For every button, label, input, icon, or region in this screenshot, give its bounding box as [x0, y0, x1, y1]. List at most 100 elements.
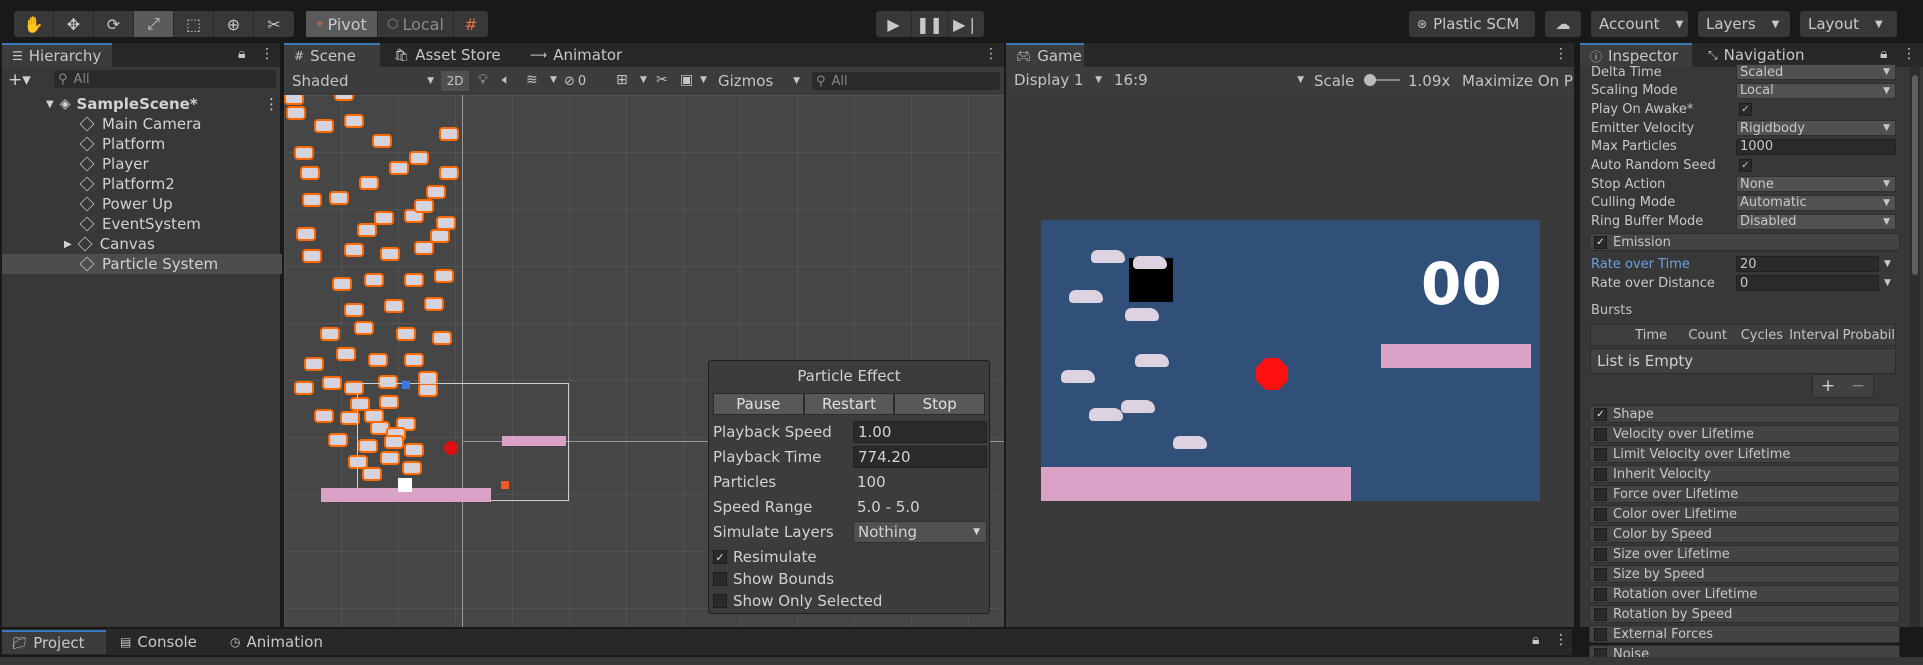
grid-icon[interactable]: ⊞ — [616, 72, 628, 88]
cloud-icon[interactable]: ☁ — [1545, 11, 1581, 37]
add-object-button[interactable]: +▾ — [8, 70, 32, 90]
2d-toggle[interactable]: 2D — [441, 71, 469, 91]
module-row[interactable]: Size over Lifetime — [1589, 545, 1900, 563]
menu-kebab-icon[interactable]: ⋮ — [260, 46, 274, 62]
hierarchy-item[interactable]: Player — [2, 154, 282, 174]
module-row[interactable]: Color over Lifetime — [1589, 505, 1900, 523]
module-row[interactable]: Inherit Velocity — [1589, 465, 1900, 483]
module-row[interactable]: External Forces — [1589, 625, 1900, 643]
minus-icon[interactable]: − — [1851, 376, 1865, 396]
custom-tool-icon[interactable]: ✂ — [254, 11, 294, 37]
chevron-down-icon[interactable]: ▼ — [640, 75, 647, 85]
menu-kebab-icon[interactable]: ⋮ — [984, 46, 998, 62]
hierarchy-item[interactable]: Main Camera — [2, 114, 282, 134]
tab-project[interactable]: 📁︎ Project — [2, 630, 106, 654]
inspector-property-value[interactable]: Scaled ▼ — [1736, 64, 1896, 80]
audio-icon[interactable]: 🔈︎ — [502, 72, 510, 88]
playback-speed-field[interactable]: 1.00 — [853, 421, 987, 443]
show-only-selected-checkbox[interactable] — [713, 594, 727, 608]
menu-kebab-icon[interactable]: ⋮ — [1554, 46, 1568, 62]
local-button[interactable]: ⬡ Local — [378, 11, 454, 37]
gizmos-dropdown[interactable]: Gizmos ▼ — [714, 71, 804, 91]
account-dropdown[interactable]: Account ▼ — [1591, 11, 1688, 37]
show-bounds-checkbox[interactable] — [713, 572, 727, 586]
module-row[interactable]: Velocity over Lifetime — [1589, 425, 1900, 443]
inspector-property-value[interactable]: ✓ — [1736, 158, 1896, 174]
move-tool-icon[interactable]: ✥ — [54, 11, 94, 37]
effects-icon[interactable]: ≋ — [526, 72, 538, 88]
tab-animator[interactable]: ⟶ Animator — [520, 43, 632, 67]
show-only-selected-row[interactable]: Show Only Selected — [713, 590, 987, 612]
module-row[interactable]: Color by Speed — [1589, 525, 1900, 543]
scene-row[interactable]: ▼ ◈ SampleScene* ⋮ — [2, 94, 282, 114]
hierarchy-item[interactable]: EventSystem — [2, 214, 282, 234]
module-row[interactable]: ✓ Shape — [1589, 405, 1900, 423]
pause-icon[interactable]: ❚❚ — [912, 11, 948, 37]
chevron-down-icon[interactable]: ▼ — [550, 75, 557, 85]
hierarchy-item[interactable]: Power Up — [2, 194, 282, 214]
transform-tool-icon[interactable]: ⊕ — [214, 11, 254, 37]
tab-game[interactable]: 🎮︎ Game — [1006, 43, 1084, 67]
rotate-tool-icon[interactable]: ⟳ — [94, 11, 134, 37]
inspector-scrollbar-thumb[interactable] — [1912, 75, 1918, 275]
plastic-scm-button[interactable]: ⊛ Plastic SCM — [1409, 11, 1535, 37]
step-icon[interactable]: ▶❘ — [948, 11, 984, 37]
tab-asset-store[interactable]: 🛍︎ Asset Store — [384, 43, 511, 67]
scale-slider-knob[interactable] — [1364, 74, 1376, 86]
module-checkbox[interactable] — [1594, 427, 1607, 441]
maximize-on-play-toggle[interactable]: Maximize On Pl — [1462, 72, 1574, 90]
lock-icon[interactable]: 🔒︎ — [1880, 46, 1887, 62]
scene-kebab-icon[interactable]: ⋮ — [264, 95, 279, 113]
scale-tool-icon[interactable]: ⤢ — [134, 11, 174, 37]
hierarchy-search-input[interactable]: ⚲ All — [54, 70, 276, 88]
camera-icon[interactable]: ▣ — [680, 72, 693, 88]
tab-animation[interactable]: ◷ Animation — [220, 630, 333, 654]
tab-hierarchy[interactable]: ☰ Hierarchy — [2, 43, 112, 67]
module-checkbox[interactable] — [1594, 527, 1607, 541]
scene-search-input[interactable]: ⚲ All — [812, 72, 1000, 90]
emission-checkbox[interactable]: ✓ — [1594, 235, 1607, 249]
resimulate-checkbox[interactable]: ✓ — [713, 550, 727, 564]
inspector-property-value[interactable]: 1000 — [1736, 138, 1896, 155]
hierarchy-item[interactable]: Platform2 — [2, 174, 282, 194]
rate-over-time-field[interactable]: 20 — [1736, 256, 1879, 272]
inspector-property-value[interactable]: Local ▼ — [1736, 82, 1896, 99]
restart-button[interactable]: Restart — [803, 393, 895, 415]
play-icon[interactable]: ▶ — [876, 11, 912, 37]
layout-dropdown[interactable]: Layout ▼ — [1800, 11, 1897, 37]
lock-icon[interactable]: 🔒︎ — [238, 46, 245, 62]
scale-slider[interactable] — [1364, 74, 1400, 86]
tab-scene[interactable]: # Scene — [284, 43, 380, 67]
inspector-property-value[interactable]: ✓ — [1736, 101, 1896, 117]
chevron-down-icon[interactable]: ▼ — [700, 75, 707, 85]
module-row[interactable]: Rotation by Speed — [1589, 605, 1900, 623]
expand-arrow-icon[interactable]: ▶ — [64, 239, 72, 250]
layers-dropdown[interactable]: Layers ▼ — [1698, 11, 1790, 37]
selection-handle[interactable] — [398, 478, 412, 492]
plus-icon[interactable]: + — [1821, 376, 1835, 396]
simulate-layers-dropdown[interactable]: Nothing ▼ — [853, 521, 987, 543]
aspect-dropdown[interactable]: 16:9 ▼ — [1110, 70, 1308, 90]
inspector-property-value[interactable]: Disabled ▼ — [1736, 213, 1896, 230]
module-checkbox[interactable] — [1594, 587, 1607, 601]
tab-console[interactable]: ▤ Console — [110, 630, 207, 654]
module-row[interactable]: Force over Lifetime — [1589, 485, 1900, 503]
inspector-property-value[interactable]: Automatic ▼ — [1736, 194, 1896, 211]
hand-tool-icon[interactable]: ✋ — [14, 11, 54, 37]
module-row[interactable]: Rotation over Lifetime — [1589, 585, 1900, 603]
module-checkbox[interactable] — [1594, 467, 1607, 481]
module-checkbox[interactable] — [1594, 487, 1607, 501]
menu-kebab-icon[interactable]: ⋮ — [1554, 632, 1568, 648]
scale-handle[interactable] — [501, 481, 509, 489]
module-checkbox[interactable] — [1594, 627, 1607, 641]
hierarchy-item[interactable]: ▶ Canvas — [2, 234, 282, 254]
tools-icon[interactable]: ✂ — [656, 72, 668, 88]
stop-button[interactable]: Stop — [894, 393, 986, 415]
hidden-objects-toggle[interactable]: ⊘ 0 — [564, 71, 614, 91]
playback-time-field[interactable]: 774.20 — [853, 446, 987, 468]
show-bounds-row[interactable]: Show Bounds — [713, 568, 987, 590]
hierarchy-item[interactable]: Platform — [2, 134, 282, 154]
chevron-down-icon[interactable]: ▼ — [1884, 278, 1891, 288]
module-checkbox[interactable] — [1594, 547, 1607, 561]
module-checkbox[interactable]: ✓ — [1594, 407, 1607, 421]
